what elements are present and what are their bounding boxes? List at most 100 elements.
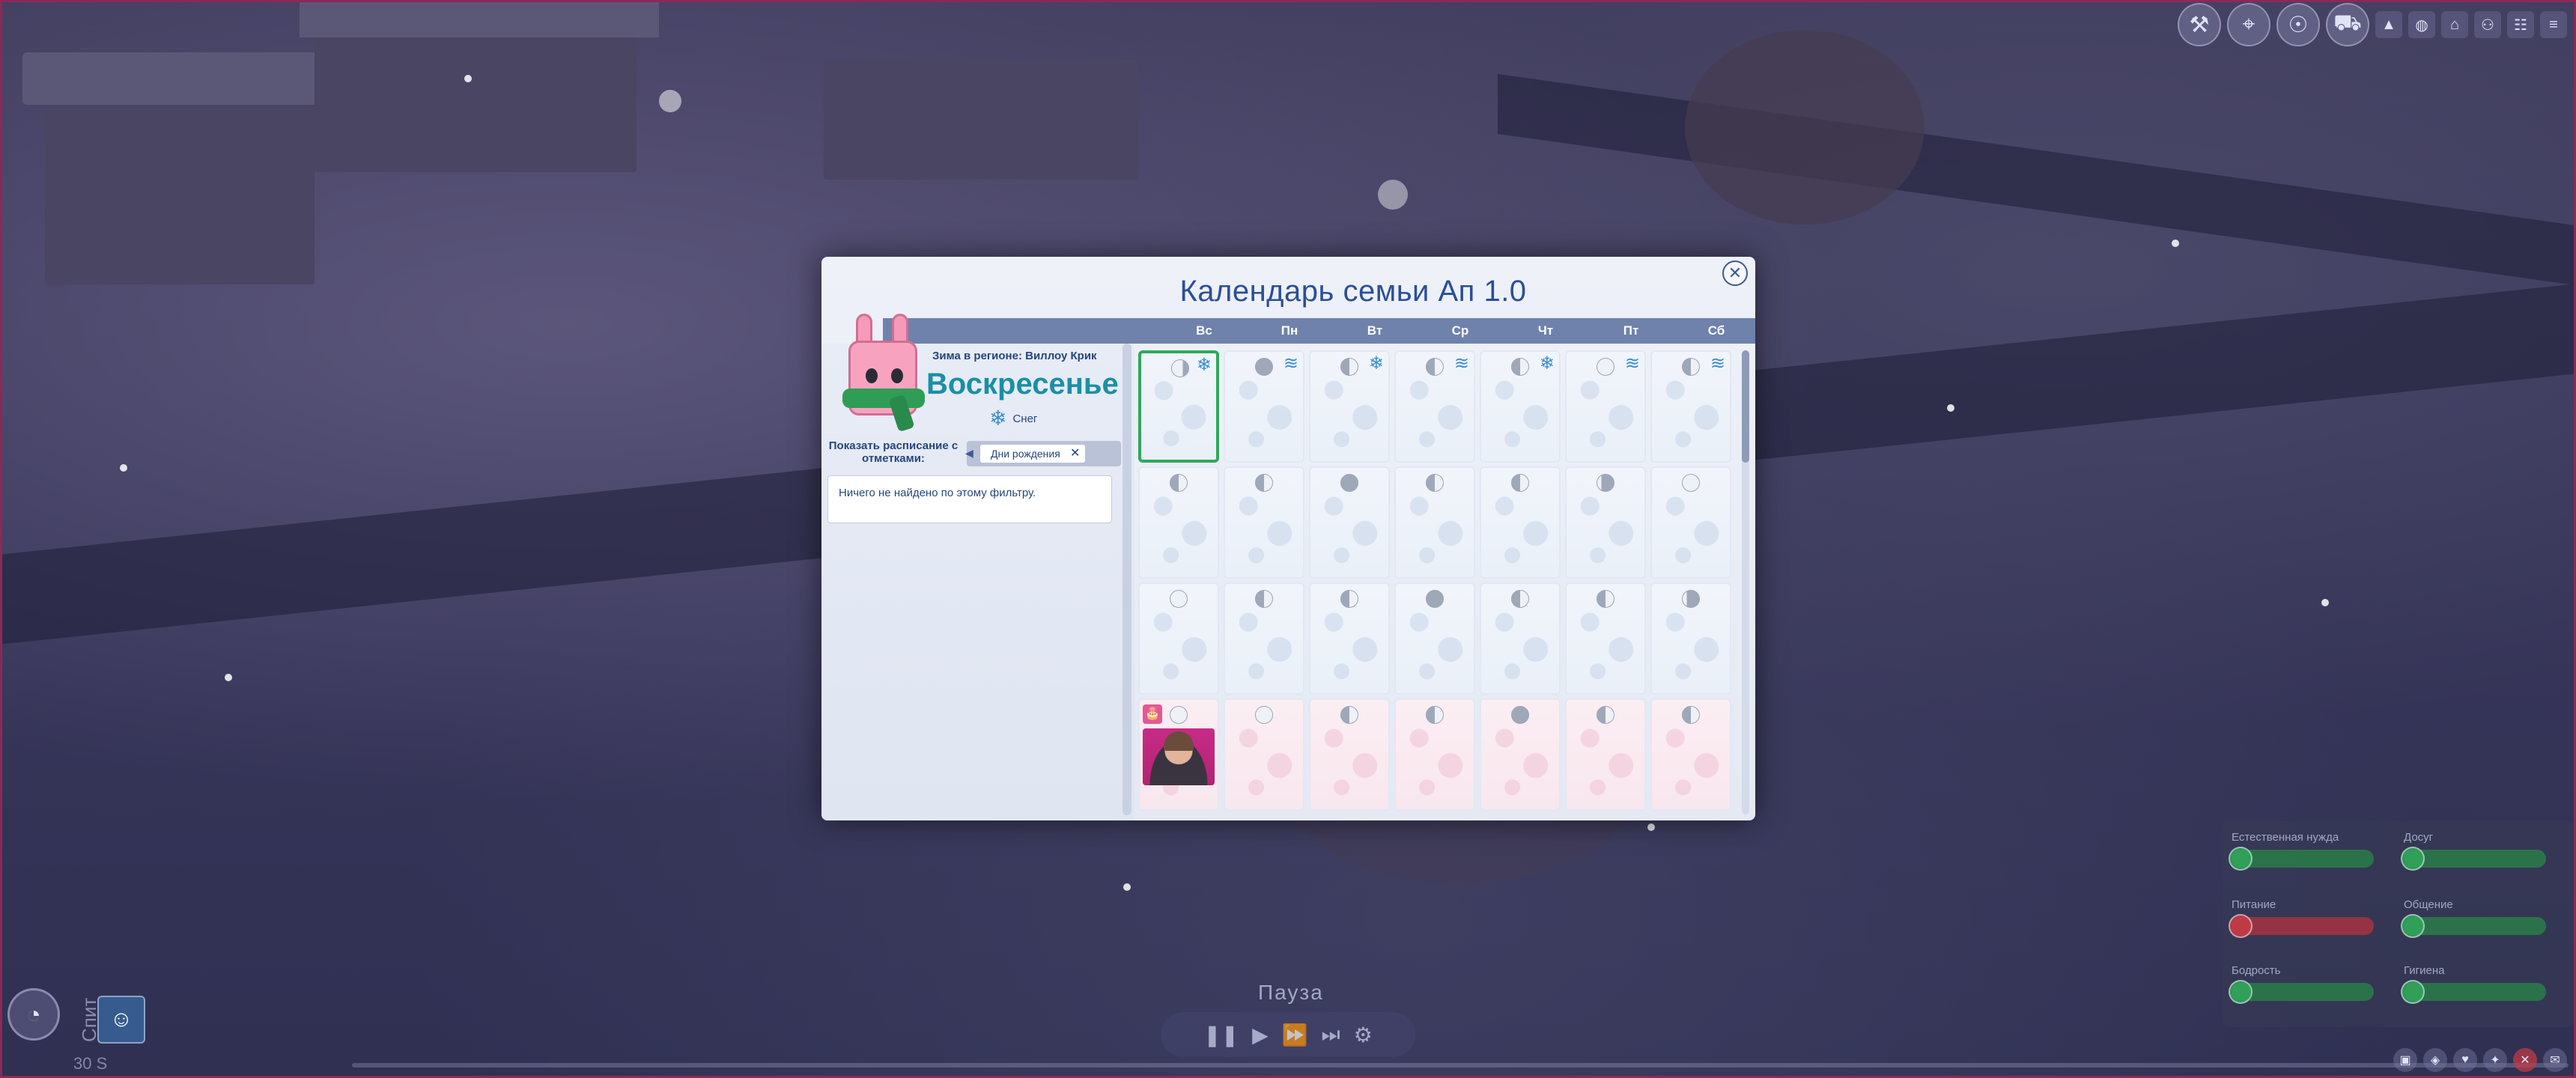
household-icon[interactable]: ☷	[2507, 11, 2534, 38]
schedule-filter[interactable]: ◀ Дни рождения ✕	[965, 441, 1121, 466]
calendar-day-cell[interactable]	[1394, 698, 1475, 811]
calendar-day-cell[interactable]: ❄	[1480, 350, 1561, 463]
calendar-day-cell[interactable]	[1309, 698, 1390, 811]
calendar-day-cell[interactable]	[1224, 466, 1304, 579]
chat-icon[interactable]: ✉	[2543, 1048, 2567, 1072]
menu-icon[interactable]: ≡	[2540, 11, 2567, 38]
cancel-action-icon[interactable]: ✕	[2513, 1048, 2537, 1072]
snow-icon: ❄	[989, 406, 1007, 430]
snowflake	[464, 75, 472, 82]
calendar-scrollbar[interactable]	[1742, 350, 1749, 814]
moon-phase-icon	[1340, 358, 1358, 376]
calendar-day-cell[interactable]	[1650, 466, 1731, 579]
calendar-day-cell[interactable]	[1480, 582, 1561, 695]
calendar-day-cell[interactable]: ≋	[1565, 350, 1646, 463]
moon-phase-icon	[1426, 474, 1444, 492]
moon-phase-icon	[1340, 474, 1358, 492]
moon-phase-icon	[1170, 706, 1188, 724]
filter-chip-birthdays[interactable]: Дни рождения ✕	[980, 445, 1085, 463]
chip-remove-icon[interactable]: ✕	[1070, 445, 1080, 463]
panel-divider	[1123, 344, 1131, 815]
settings-gear-icon[interactable]: ⚙	[1354, 1023, 1373, 1047]
home-icon[interactable]: ⌂	[2441, 11, 2468, 38]
calendar-day-cell[interactable]	[1565, 466, 1646, 579]
time-controls: ❚❚ ▶ ⏩ ⏭ ⚙	[1161, 1012, 1415, 1057]
moon-phase-icon	[1597, 358, 1614, 376]
moon-phase-icon	[1255, 358, 1273, 376]
skills-icon[interactable]: ✦	[2483, 1048, 2507, 1072]
calendar-day-cell[interactable]	[1480, 466, 1561, 579]
weekday-saturday: Сб	[1707, 323, 1725, 338]
schedule-filter-label: Показать расписание с отметками:	[828, 439, 959, 465]
calendar-day-cell[interactable]: ≋	[1224, 350, 1304, 463]
wind-icon: ≋	[1624, 353, 1640, 374]
moon-phase-icon	[1426, 706, 1444, 724]
play-button[interactable]: ▶	[1252, 1023, 1269, 1047]
calendar-day-cell[interactable]	[1309, 466, 1390, 579]
weekday-header: Вс Пн Вт Ср Чт Пт Сб	[883, 318, 1755, 344]
calendar-day-cell[interactable]	[1650, 582, 1731, 695]
moon-phase-icon	[1511, 706, 1529, 724]
snowflake	[659, 90, 681, 112]
snowflake	[1947, 404, 1954, 412]
moon-phase-icon	[1682, 358, 1700, 376]
weekday-friday: Пт	[1623, 323, 1639, 338]
shop-cart-icon[interactable]: ⛟	[2326, 3, 2369, 46]
filter-chip-label: Дни рождения	[991, 448, 1060, 460]
calendar-day-cell[interactable]: ≋	[1650, 350, 1731, 463]
career-icon[interactable]: ◈	[2423, 1048, 2447, 1072]
need-fun: Досуг	[2401, 831, 2554, 871]
camera-icon[interactable]: ⚇	[2474, 11, 2501, 38]
snow-icon: ❄	[1368, 353, 1384, 374]
sim-mood-icon[interactable]: ◔	[7, 988, 60, 1041]
calendar-day-cell[interactable]	[1224, 582, 1304, 695]
moon-phase-icon	[1255, 706, 1273, 724]
calendar-day-cell[interactable]	[1565, 698, 1646, 811]
close-button[interactable]: ✕	[1722, 261, 1748, 286]
map-pin-icon[interactable]: ⌖	[2227, 3, 2270, 46]
game-time-readout: 30 S	[73, 1054, 108, 1073]
collapse-arrow-icon[interactable]: ▲	[2375, 11, 2402, 38]
ultra-speed-button[interactable]: ⏭	[1322, 1023, 1340, 1047]
moon-phase-icon	[1255, 590, 1273, 608]
calendar-day-cell[interactable]: ❄	[1138, 350, 1219, 463]
wind-icon: ≋	[1710, 353, 1725, 374]
calendar-day-cell[interactable]	[1650, 698, 1731, 811]
calendar-day-cell[interactable]	[1394, 466, 1475, 579]
day-weather: ❄ Снег	[989, 408, 1037, 429]
moon-phase-icon	[1426, 590, 1444, 608]
dialog-title: Календарь семьи Ап 1.0	[1179, 275, 1527, 308]
calendar-day-cell[interactable]	[1394, 582, 1475, 695]
calendar-day-cell[interactable]: 🎂	[1138, 698, 1219, 811]
day-details-panel: Зима в регионе: Виллоу Крик Воскресенье …	[821, 314, 1134, 820]
globe-icon[interactable]: ◍	[2408, 11, 2435, 38]
sim-portrait-button[interactable]: ☺	[97, 996, 145, 1044]
calendar-day-cell[interactable]	[1565, 582, 1646, 695]
snowflake	[225, 674, 232, 681]
calendar-day-cell[interactable]	[1224, 698, 1304, 811]
filter-prev-arrow-icon[interactable]: ◀	[965, 447, 973, 460]
fast-forward-button[interactable]: ⏩	[1282, 1023, 1308, 1047]
build-mode-icon[interactable]: ⚒	[2178, 3, 2221, 46]
tree	[1685, 30, 1925, 225]
calendar-day-cell[interactable]	[1138, 582, 1219, 695]
season-region-label: Зима в регионе: Виллоу Крик	[932, 350, 1097, 362]
snowflake	[1123, 883, 1131, 891]
hint-bulb-icon[interactable]: ☉	[2276, 3, 2320, 46]
pause-button[interactable]: ❚❚	[1203, 1023, 1239, 1047]
calendar-day-cell[interactable]	[1309, 582, 1390, 695]
moon-phase-icon	[1682, 590, 1700, 608]
house-roof	[22, 52, 344, 105]
calendar-day-cell[interactable]	[1138, 466, 1219, 579]
sim-portrait-icon[interactable]	[1143, 728, 1215, 785]
relationships-icon[interactable]: ♥	[2453, 1048, 2477, 1072]
calendar-day-cell[interactable]: ≋	[1394, 350, 1475, 463]
cake-icon: 🎂	[1143, 704, 1162, 724]
weekday-wednesday: Ср	[1451, 323, 1469, 338]
moon-phase-icon	[1426, 358, 1444, 376]
calendar-day-cell[interactable]: ❄	[1309, 350, 1390, 463]
inventory-icon[interactable]: ▣	[2393, 1048, 2417, 1072]
scrollbar-thumb[interactable]	[1742, 350, 1749, 463]
calendar-day-cell[interactable]	[1480, 698, 1561, 811]
house	[824, 60, 1138, 180]
